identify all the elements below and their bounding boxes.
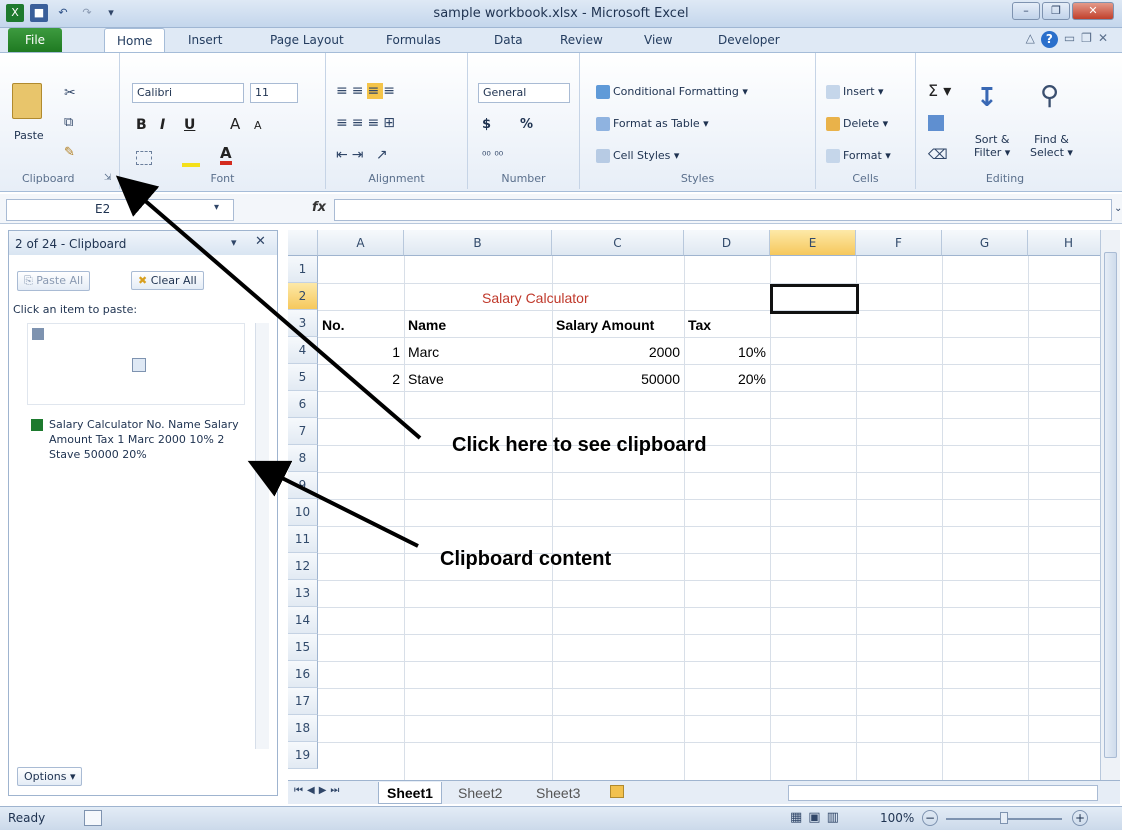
annotation-click-clipboard: Click here to see clipboard	[452, 434, 707, 456]
arrow-to-clipboard-content	[247, 460, 419, 548]
annotation-clipboard-content: Clipboard content	[440, 548, 612, 570]
arrow-to-clipboard-launcher	[115, 175, 422, 440]
annotation-arrows	[115, 175, 422, 548]
